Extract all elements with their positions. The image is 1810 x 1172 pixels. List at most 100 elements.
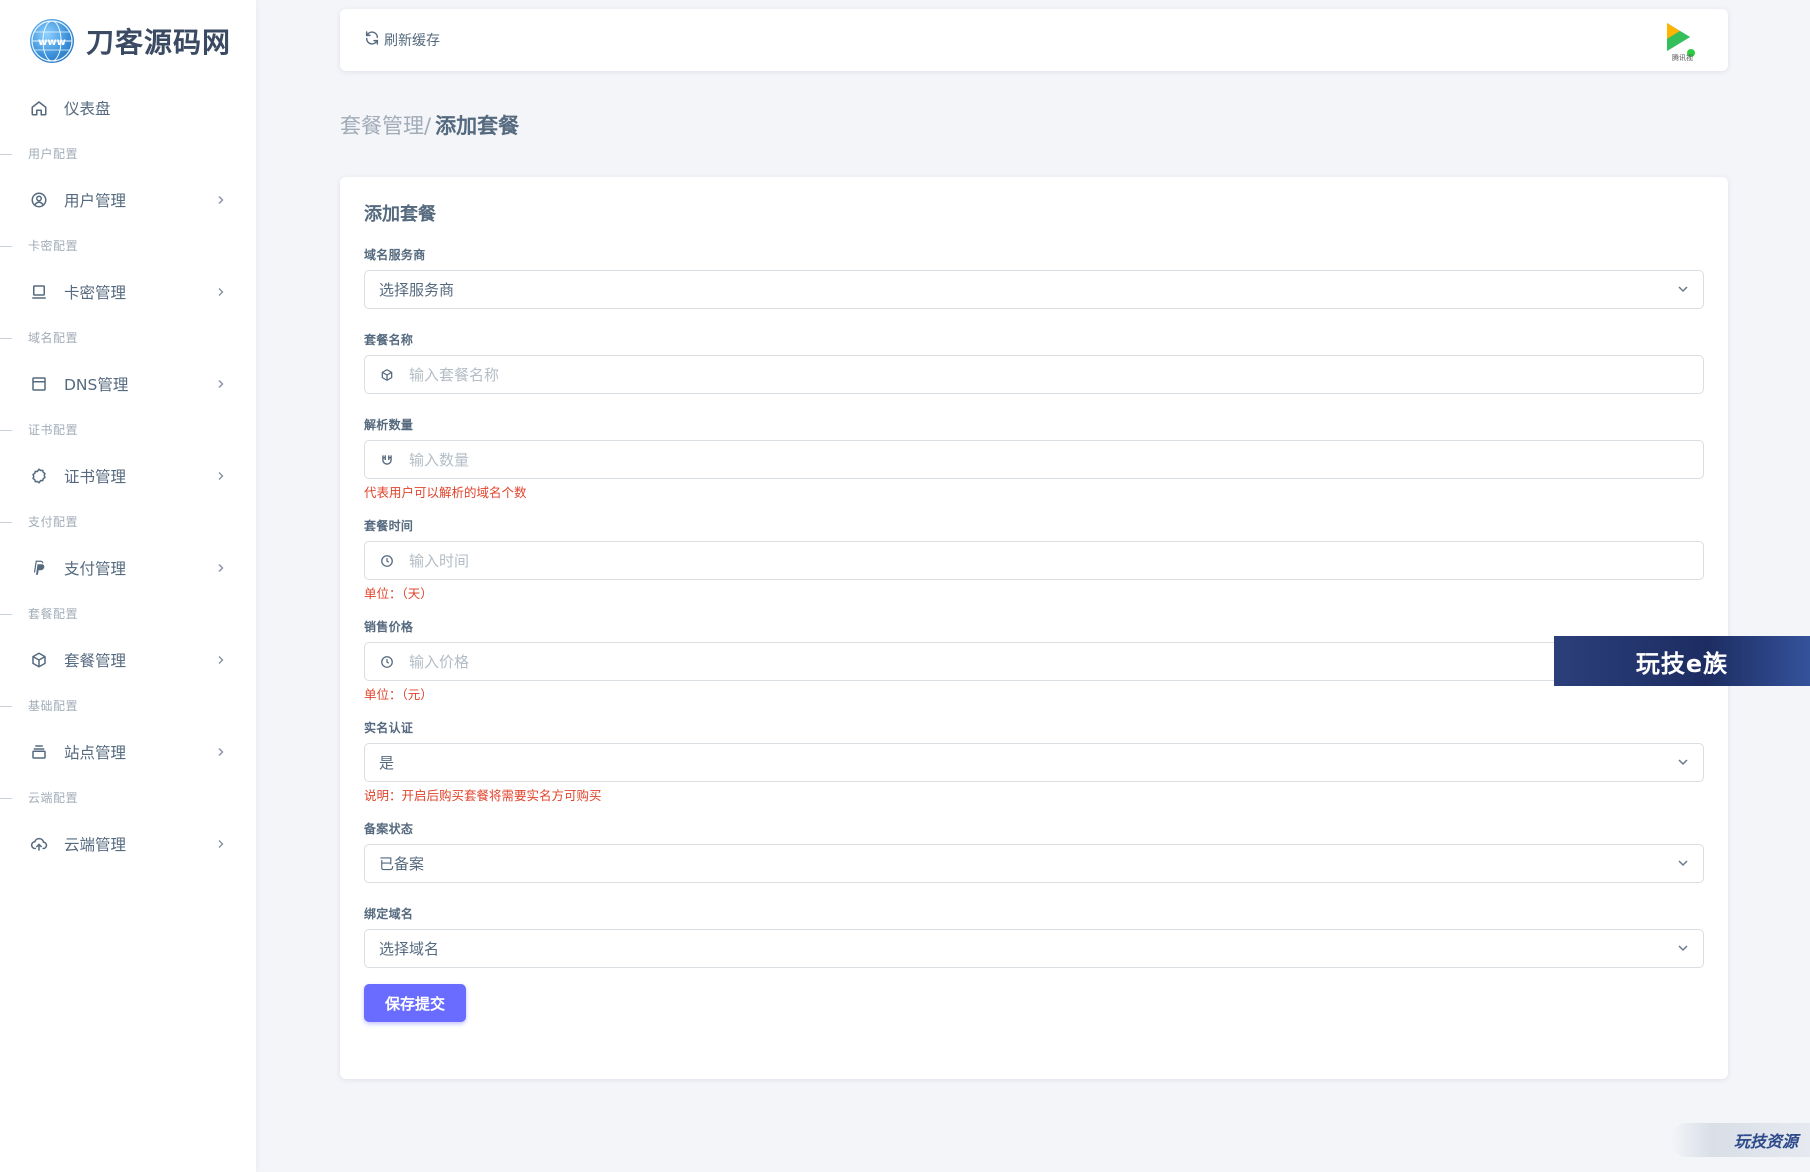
price-field: 销售价格 单位：（元）	[364, 618, 1704, 705]
sidebar-item-sites[interactable]: 站点管理	[16, 729, 240, 775]
badge-icon	[28, 465, 50, 487]
sidebar-item-cloud[interactable]: 云端管理	[16, 821, 240, 867]
sidebar-item-label: 卡密管理	[64, 284, 127, 302]
chevron-right-icon	[214, 837, 228, 851]
avatar[interactable]: 腾讯视	[1658, 20, 1698, 62]
package-name-field: 套餐名称	[364, 331, 1704, 394]
menu-header-user: 用户配置	[0, 134, 256, 174]
realname-help: 说明：开启后购买套餐将需要实名方可购买	[364, 788, 602, 803]
sidebar-item-label: 站点管理	[64, 744, 127, 762]
chevron-right-icon	[214, 745, 228, 759]
chevron-right-icon	[214, 285, 228, 299]
sidebar-item-label: DNS管理	[64, 376, 129, 394]
sidebar-item-label: 用户管理	[64, 192, 127, 210]
watermark-corner: 玩技资源	[1670, 1123, 1810, 1157]
home-icon	[28, 97, 50, 119]
menu-header-basic: 基础配置	[0, 686, 256, 726]
chevron-down-icon	[1677, 940, 1689, 958]
breadcrumb-separator: /	[424, 114, 432, 138]
page-title: 添加套餐	[435, 114, 520, 138]
menu-header-domain: 域名配置	[0, 318, 256, 358]
chevron-down-icon	[1677, 754, 1689, 772]
icp-status-select[interactable]: 已备案	[364, 844, 1704, 883]
refresh-icon	[364, 30, 384, 50]
sidebar-item-payments[interactable]: 支付管理	[16, 545, 240, 591]
sidebar-item-label: 仪表盘	[64, 100, 111, 118]
chevron-right-icon	[214, 561, 228, 575]
chevron-down-icon	[1677, 855, 1689, 873]
package-icon	[28, 649, 50, 671]
price-help: 单位：（元）	[364, 687, 433, 702]
clock-icon	[379, 553, 395, 569]
bind-domain-label: 绑定域名	[364, 907, 414, 921]
archive-icon	[28, 741, 50, 763]
resolve-count-help: 代表用户可以解析的域名个数	[364, 485, 527, 500]
duration-help: 单位：（天）	[364, 586, 433, 601]
sidebar-item-cards[interactable]: 卡密管理	[16, 269, 240, 315]
bind-domain-field: 绑定域名 选择域名	[364, 905, 1704, 968]
save-submit-button[interactable]: 保存提交	[364, 984, 466, 1022]
menu-header-cert: 证书配置	[0, 410, 256, 450]
brand-name: 刀客源码网	[86, 26, 232, 59]
resolve-count-input[interactable]	[409, 441, 1703, 478]
menu-header-cloud: 云端配置	[0, 778, 256, 818]
chevron-right-icon	[214, 653, 228, 667]
breadcrumb: 套餐管理 / 添加套餐	[340, 110, 519, 140]
provider-label: 域名服务商	[364, 248, 426, 262]
menu-header-card: 卡密配置	[0, 226, 256, 266]
chevron-right-icon	[214, 193, 228, 207]
globe-www-icon: www	[30, 19, 74, 63]
menu-header-pay: 支付配置	[0, 502, 256, 542]
sidebar-item-label: 云端管理	[64, 836, 127, 854]
laptop-icon	[28, 281, 50, 303]
package-name-label: 套餐名称	[364, 333, 414, 347]
breadcrumb-parent[interactable]: 套餐管理	[340, 110, 424, 140]
duration-label: 套餐时间	[364, 519, 414, 533]
package-name-input[interactable]	[409, 356, 1703, 393]
svg-text:www: www	[38, 37, 66, 48]
resolve-count-label: 解析数量	[364, 418, 414, 432]
price-input[interactable]	[409, 643, 1703, 680]
magnet-icon	[379, 452, 395, 468]
sidebar-item-users[interactable]: 用户管理	[16, 177, 240, 223]
window-icon	[28, 373, 50, 395]
sidebar-item-label: 支付管理	[64, 560, 127, 578]
chevron-down-icon	[1677, 281, 1689, 299]
user-circle-icon	[28, 189, 50, 211]
sidebar-item-certs[interactable]: 证书管理	[16, 453, 240, 499]
chevron-right-icon	[214, 377, 228, 391]
brand[interactable]: www 刀客源码网	[0, 0, 256, 82]
resolve-count-input-group	[364, 440, 1704, 479]
sidebar-item-packages[interactable]: 套餐管理	[16, 637, 240, 683]
refresh-cache-button[interactable]: 刷新缓存	[364, 30, 440, 50]
sidebar-item-dns[interactable]: DNS管理	[16, 361, 240, 407]
provider-select-value: 选择服务商	[379, 281, 455, 299]
duration-input-group	[364, 541, 1704, 580]
provider-select[interactable]: 选择服务商	[364, 270, 1704, 309]
icp-status-select-value: 已备案	[379, 855, 425, 873]
provider-field: 域名服务商 选择服务商	[364, 246, 1704, 309]
package-name-input-group	[364, 355, 1704, 394]
bind-domain-select-value: 选择域名	[379, 940, 440, 958]
sidebar: www 刀客源码网 仪表盘 用户配置 用户管理 卡密配置 卡密管理 域名配置 D…	[0, 0, 256, 1172]
clock-icon	[379, 654, 395, 670]
duration-input[interactable]	[409, 542, 1703, 579]
sidebar-item-label: 套餐管理	[64, 652, 127, 670]
paypal-icon	[28, 557, 50, 579]
resolve-count-field: 解析数量 代表用户可以解析的域名个数	[364, 416, 1704, 503]
realname-field: 实名认证 是 说明：开启后购买套餐将需要实名方可购买	[364, 719, 1704, 806]
price-label: 销售价格	[364, 620, 414, 634]
sidebar-item-dashboard[interactable]: 仪表盘	[16, 85, 240, 131]
menu-header-package: 套餐配置	[0, 594, 256, 634]
price-input-group	[364, 642, 1704, 681]
realname-select-value: 是	[379, 754, 395, 772]
cloud-upload-icon	[28, 833, 50, 855]
top-navbar: 刷新缓存 腾讯视	[340, 9, 1728, 71]
svg-text:腾讯视: 腾讯视	[1672, 53, 1693, 62]
add-package-card: 添加套餐 域名服务商 选择服务商 套餐名称 解析数量 代表用户可以解析的域名个数…	[340, 177, 1728, 1079]
realname-label: 实名认证	[364, 721, 414, 735]
cube-icon	[379, 367, 395, 383]
refresh-cache-label: 刷新缓存	[384, 33, 440, 49]
bind-domain-select[interactable]: 选择域名	[364, 929, 1704, 968]
realname-select[interactable]: 是	[364, 743, 1704, 782]
